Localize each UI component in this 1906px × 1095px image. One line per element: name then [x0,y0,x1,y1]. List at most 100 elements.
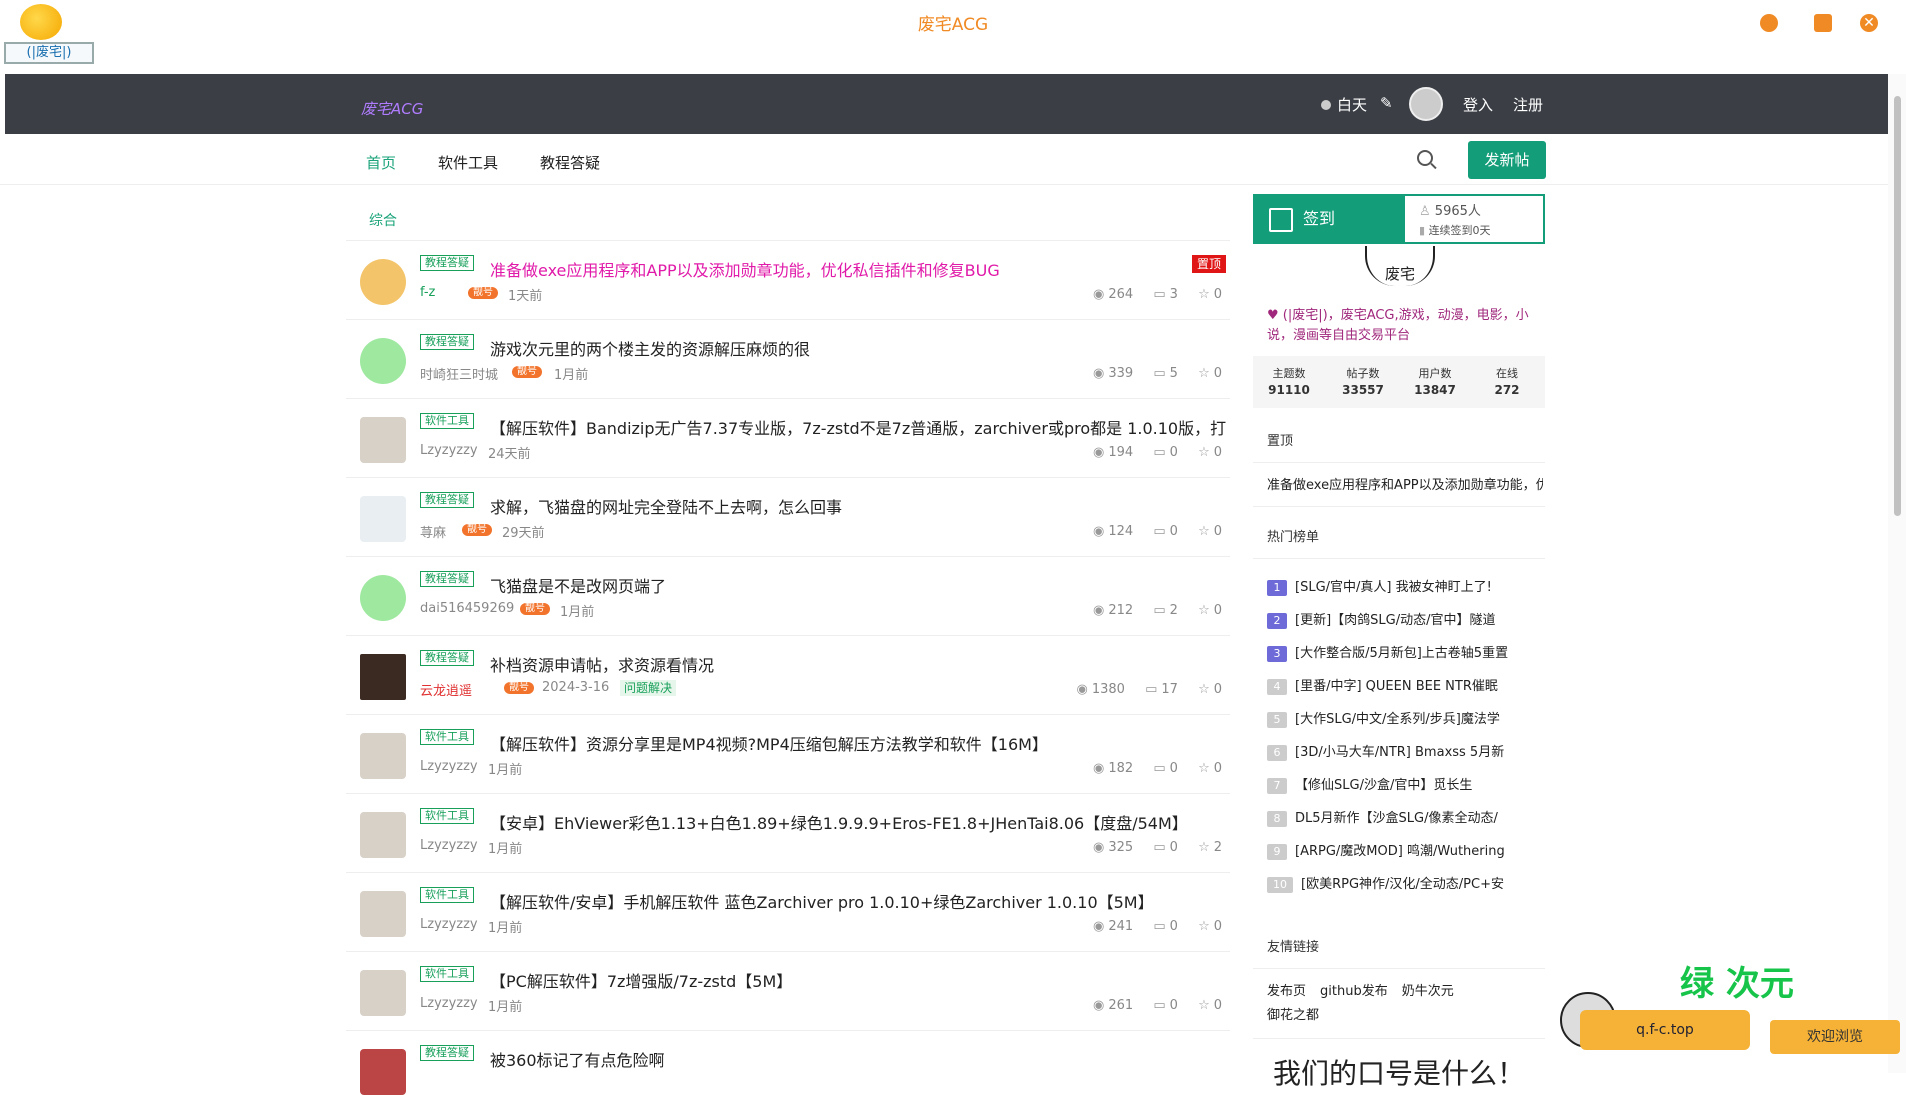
avatar[interactable] [360,891,406,937]
user-avatar[interactable] [1409,87,1443,121]
avatar[interactable] [360,259,406,305]
hot-item[interactable]: 2 [更新]【肉鸽SLG/动态/官中】隧道 [1267,609,1543,629]
star-icon[interactable]: ☆ [1198,524,1210,539]
post-title[interactable]: 【安卓】EhViewer彩色1.13+白色1.89+绿色1.9.9.9+Eros… [490,810,1188,834]
avatar[interactable] [360,970,406,1016]
hot-item[interactable]: 5 [大作SLG/中文/全系列/步兵]魔法学 [1267,708,1543,728]
mascot-url-board[interactable]: q.f-c.top [1580,1010,1750,1050]
post-title[interactable]: 【PC解压软件】7z增强版/7z-zstd【5M】 [490,968,792,992]
post-title[interactable]: 准备做exe应用程序和APP以及添加勋章功能，优化私信插件和修复BUG [490,257,1000,281]
star-icon[interactable]: ☆ [1198,603,1210,618]
hot-item[interactable]: 1 [SLG/官中/真人] 我被女神盯上了! [1267,576,1543,596]
scrollbar-thumb[interactable] [1894,96,1901,516]
post-title[interactable]: 补档资源申请帖，求资源看情况 [490,652,714,676]
tab-general[interactable]: 综合 [369,210,397,230]
avatar[interactable] [360,654,406,700]
search-icon[interactable] [1417,150,1433,166]
register-link[interactable]: 注册 [1513,94,1543,115]
category-tag[interactable]: 软件工具 [420,413,474,429]
friend-link[interactable]: 御花之都 [1267,1008,1319,1023]
friend-link[interactable]: 发布页 [1267,984,1306,999]
nav-home[interactable]: 首页 [366,152,396,173]
star-icon[interactable]: ☆ [1198,840,1210,855]
post-title[interactable]: 飞猫盘是不是改网页端了 [490,573,666,597]
star-icon[interactable]: ☆ [1198,287,1210,302]
hot-item[interactable]: 8 DL5月新作【沙盒SLG/像素全动态/ [1267,807,1543,827]
friend-link[interactable]: github发布 [1320,984,1388,999]
close-button[interactable]: ✕ [1860,14,1878,32]
post-row[interactable]: 软件工具 【安卓】EhViewer彩色1.13+白色1.89+绿色1.9.9.9… [346,794,1230,873]
star-icon[interactable]: ☆ [1198,919,1210,934]
star-icon[interactable]: ☆ [1198,366,1210,381]
category-tag[interactable]: 软件工具 [420,808,474,824]
post-title[interactable]: 求解，飞猫盘的网址完全登陆不上去啊，怎么回事 [490,494,842,518]
maximize-button[interactable] [1814,14,1832,32]
login-link[interactable]: 登入 [1463,94,1493,115]
pinned-item[interactable]: 准备做exe应用程序和APP以及添加勋章功能，优化私信插件和修复BUG [1267,474,1543,493]
post-row[interactable]: 教程答疑 被360标记了有点危险啊 [346,1031,1230,1095]
post-title[interactable]: 游戏次元里的两个楼主发的资源解压麻烦的很 [490,336,810,360]
site-logo[interactable]: 废宅ACG [361,98,423,119]
category-tag[interactable]: 教程答疑 [420,571,474,587]
nav-software-tools[interactable]: 软件工具 [438,152,498,173]
post-author[interactable]: Lzyzyzzy [420,443,478,458]
post-author[interactable]: dai516459269 [420,601,514,616]
post-author[interactable]: 时崎狂三时城 [420,364,498,383]
friend-link[interactable]: 奶牛次元 [1402,984,1454,999]
minimize-button[interactable] [1760,14,1778,32]
avatar[interactable] [360,733,406,779]
post-row[interactable]: 软件工具 【解压软件】资源分享里是MP4视频?MP4压缩包解压方法教学和软件【1… [346,715,1230,794]
category-tag[interactable]: 软件工具 [420,887,474,903]
post-row[interactable]: 软件工具 【解压软件/安卓】手机解压软件 蓝色Zarchiver pro 1.0… [346,873,1230,952]
avatar[interactable] [360,338,406,384]
star-icon[interactable]: ☆ [1198,682,1210,697]
mascot-widget[interactable]: 绿 次元 q.f-c.top 欢迎浏览 [1560,948,1906,1073]
post-author[interactable]: Lzyzyzzy [420,917,478,932]
hot-item[interactable]: 3 [大作整合版/5月新包]上古卷轴5重置 [1267,642,1543,662]
avatar[interactable] [360,417,406,463]
hot-item[interactable]: 4 [里番/中字] QUEEN BEE NTR催眠 [1267,675,1543,695]
post-author[interactable]: Lzyzyzzy [420,996,478,1011]
post-author[interactable]: 云龙逍遥 [420,680,472,699]
avatar[interactable] [360,575,406,621]
star-icon[interactable]: ☆ [1198,761,1210,776]
post-row[interactable]: 软件工具 【PC解压软件】7z增强版/7z-zstd【5M】 Lzyzyzzy … [346,952,1230,1031]
star-icon[interactable]: ☆ [1198,445,1210,460]
post-title[interactable]: 被360标记了有点危险啊 [490,1047,665,1071]
category-tag[interactable]: 教程答疑 [420,334,474,350]
nav-tutorials[interactable]: 教程答疑 [540,152,600,173]
page-scrollbar[interactable] [1888,74,1906,1073]
post-row[interactable]: 教程答疑 准备做exe应用程序和APP以及添加勋章功能，优化私信插件和修复BUG… [346,241,1230,320]
post-author[interactable]: Lzyzyzzy [420,759,478,774]
new-post-button[interactable]: 发新帖 [1468,141,1546,179]
post-row[interactable]: 教程答疑 游戏次元里的两个楼主发的资源解压麻烦的很 时崎狂三时城 靓号 1月前 … [346,320,1230,399]
post-author[interactable]: Lzyzyzzy [420,838,478,853]
app-tag[interactable]: (|废宅|) [4,42,94,64]
category-tag[interactable]: 教程答疑 [420,1045,474,1061]
category-tag[interactable]: 教程答疑 [420,255,474,271]
avatar[interactable] [360,812,406,858]
avatar[interactable] [360,496,406,542]
post-row[interactable]: 软件工具 【解压软件】Bandizip无广告7.37专业版，7z-zstd不是7… [346,399,1230,478]
theme-label[interactable]: 白天 [1337,94,1367,115]
theme-toggle-icon[interactable] [1321,100,1331,110]
avatar[interactable] [360,1049,406,1095]
post-title[interactable]: 【解压软件】Bandizip无广告7.37专业版，7z-zstd不是7z普通版，… [490,415,1226,439]
checkin-button[interactable]: 签到 [1253,194,1403,244]
post-title[interactable]: 【解压软件】资源分享里是MP4视频?MP4压缩包解压方法教学和软件【16M】 [490,731,1048,755]
hot-item[interactable]: 7 【修仙SLG/沙盒/官中】觅长生 [1267,774,1543,794]
category-tag[interactable]: 软件工具 [420,729,474,745]
hot-item[interactable]: 10 [欧美RPG神作/汉化/全动态/PC+安 [1267,873,1543,893]
hot-item[interactable]: 6 [3D/小马大车/NTR] Bmaxss 5月新 [1267,741,1543,761]
post-author[interactable]: f-z [420,285,435,300]
edit-icon[interactable]: ✎ [1380,94,1393,112]
category-tag[interactable]: 教程答疑 [420,492,474,508]
post-row[interactable]: 教程答疑 飞猫盘是不是改网页端了 dai516459269 靓号 1月前 ◉ 21… [346,557,1230,636]
star-icon[interactable]: ☆ [1198,998,1210,1013]
post-row[interactable]: 教程答疑 补档资源申请帖，求资源看情况 云龙逍遥 靓号 2024-3-16 问题… [346,636,1230,715]
welcome-label[interactable]: 欢迎浏览 [1770,1020,1900,1054]
category-tag[interactable]: 教程答疑 [420,650,474,666]
post-row[interactable]: 教程答疑 求解，飞猫盘的网址完全登陆不上去啊，怎么回事 荨麻 靓号 29天前 ◉… [346,478,1230,557]
post-title[interactable]: 【解压软件/安卓】手机解压软件 蓝色Zarchiver pro 1.0.10+绿… [490,889,1154,913]
category-tag[interactable]: 软件工具 [420,966,474,982]
